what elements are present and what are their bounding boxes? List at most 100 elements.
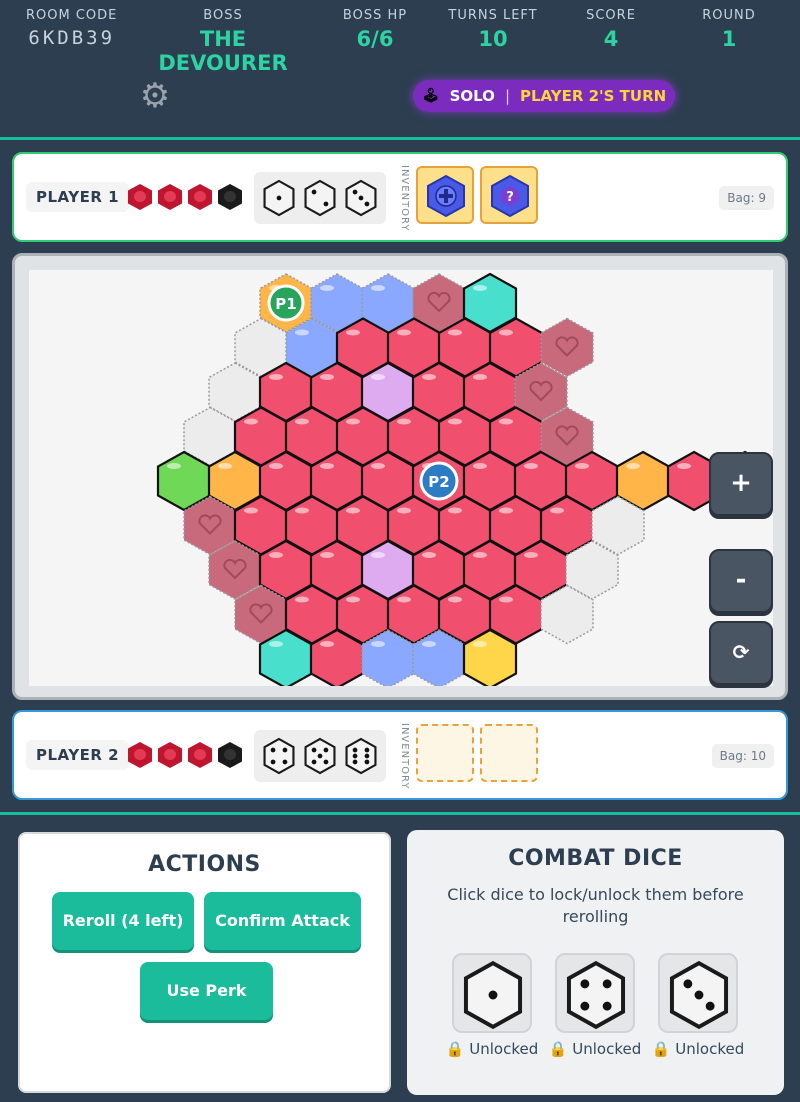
die-pip: [282, 759, 287, 765]
room-code-value: 6KDB39: [28, 27, 116, 49]
turns-left-label: TURNS LEFT: [448, 8, 538, 23]
die-pip: [352, 759, 358, 765]
score-value: 4: [603, 27, 619, 51]
die-pip: [364, 753, 370, 759]
turn-indicator: 🕹 SOLO | PLAYER 2'S TURN: [413, 80, 675, 112]
turns-left-stat: TURNS LEFT 10: [440, 8, 546, 51]
die-face-icon: [669, 960, 729, 1030]
player1-dice-tray: [254, 172, 386, 224]
combat-dice-panel: COMBAT DICE Click dice to lock/unlock th…: [407, 830, 784, 1095]
die-pip: [323, 759, 329, 765]
gear-icon[interactable]: ⚙: [137, 78, 173, 114]
player2-die-2: [303, 737, 337, 775]
player1-inventory-slot-1[interactable]: [416, 166, 474, 224]
game-board[interactable]: P1 P2: [29, 270, 773, 686]
heart-full-icon: [158, 184, 182, 210]
player2-die-1: [262, 737, 296, 775]
combat-die-3[interactable]: [658, 953, 738, 1033]
die-pip: [282, 747, 287, 753]
heart-full-icon: [128, 742, 152, 768]
game-board-frame: P1 P2: [12, 253, 788, 700]
room-code-stat: ROOM CODE 6KDB39: [26, 8, 117, 49]
die-face-icon: [463, 960, 523, 1030]
boss-name: THE DEVOURER: [158, 27, 288, 75]
heart-empty-icon: [218, 742, 242, 768]
combat-die-2[interactable]: [555, 953, 635, 1033]
die-pip: [270, 747, 276, 753]
die-pip: [683, 979, 693, 989]
turn-label: PLAYER 2'S TURN: [520, 87, 667, 105]
round-stat: ROUND 1: [690, 8, 768, 51]
turns-left-value: 10: [478, 27, 508, 51]
die-pip: [317, 753, 323, 759]
heart-empty-icon: [218, 184, 242, 210]
die-pip: [602, 1001, 612, 1011]
boss-label: BOSS: [203, 8, 243, 23]
combat-die-1[interactable]: [452, 953, 532, 1033]
boss-hp-label: BOSS HP: [342, 8, 408, 23]
actions-panel: ACTIONS Reroll (4 left) Confirm Attack U…: [18, 832, 391, 1093]
lock-icon: 🔒: [445, 1040, 465, 1058]
die-pip: [352, 189, 358, 195]
game-header: ROOM CODE 6KDB39 BOSS THE DEVOURER BOSS …: [0, 0, 800, 140]
die-pip: [364, 759, 370, 765]
lock-status-text: Unlocked: [670, 1040, 745, 1058]
combat-dice-title: COMBAT DICE: [508, 846, 683, 871]
zoom-out-button[interactable]: -: [709, 549, 773, 613]
lock-status-1[interactable]: 🔒 Unlocked: [442, 1040, 542, 1058]
boss-stat: BOSS THE DEVOURER: [140, 8, 306, 75]
zoom-in-button[interactable]: +: [709, 452, 773, 516]
joystick-icon: 🕹: [421, 88, 440, 104]
lock-status-2[interactable]: 🔒 Unlocked: [545, 1040, 645, 1058]
use-perk-button[interactable]: Use Perk: [140, 962, 273, 1020]
die-pip: [358, 195, 364, 201]
die-pip: [311, 747, 317, 753]
player2-bag-count: Bag: 10: [711, 744, 774, 768]
boss-hp-stat: BOSS HP 6/6: [330, 8, 420, 51]
reroll-button[interactable]: Reroll (4 left): [52, 892, 194, 950]
player2-die-3: [344, 737, 378, 775]
combat-dice-description: Click dice to lock/unlock them before re…: [447, 885, 744, 926]
mystery-perk-icon: ?: [491, 174, 529, 218]
reset-view-button[interactable]: ⟳: [709, 621, 773, 685]
player2-token-label: P2: [428, 473, 449, 491]
die-face-icon: [263, 179, 295, 217]
player2-inventory-slot-1[interactable]: [416, 724, 474, 782]
lock-icon: 🔒: [651, 1040, 671, 1058]
lock-status-text: Unlocked: [567, 1040, 642, 1058]
player1-die-3: [344, 179, 378, 217]
player1-hearts: [128, 184, 242, 210]
die-pip: [364, 747, 370, 753]
die-pip: [352, 747, 358, 753]
die-face-icon: [345, 179, 377, 217]
die-face-icon: [263, 737, 295, 775]
svg-text:?: ?: [506, 190, 514, 205]
mode-label: SOLO: [449, 87, 495, 105]
die-pip: [580, 1001, 590, 1011]
player2-inventory-slot-2[interactable]: [480, 724, 538, 782]
die-face-icon: [345, 737, 377, 775]
die-pip: [580, 979, 590, 989]
confirm-attack-button[interactable]: Confirm Attack: [204, 892, 361, 950]
player1-die-2: [303, 179, 337, 217]
die-pip: [323, 747, 329, 753]
player1-inventory-slot-2[interactable]: ?: [480, 166, 538, 224]
hex-grid[interactable]: P1 P2: [29, 270, 773, 686]
actions-title: ACTIONS: [148, 852, 261, 877]
player2-dice-tray: [254, 730, 386, 782]
heart-full-icon: [188, 742, 212, 768]
player1-panel: PLAYER 1 INVENTORY ? Bag: 9: [12, 152, 788, 242]
player1-bag-count: Bag: 9: [719, 186, 774, 210]
lock-icon: 🔒: [548, 1040, 568, 1058]
player2-inventory-label: INVENTORY: [399, 722, 410, 790]
lock-status-3[interactable]: 🔒 Unlocked: [648, 1040, 748, 1058]
player2-panel: PLAYER 2 INVENTORY Bag: 10: [12, 710, 788, 800]
player1-name: PLAYER 1: [26, 182, 130, 212]
die-face-icon: [304, 737, 336, 775]
heart-full-icon: [158, 742, 182, 768]
room-code-label: ROOM CODE: [26, 8, 118, 23]
heart-full-icon: [188, 184, 212, 210]
die-pip: [488, 990, 498, 1000]
die-pip: [276, 195, 282, 201]
die-pip: [311, 759, 317, 765]
